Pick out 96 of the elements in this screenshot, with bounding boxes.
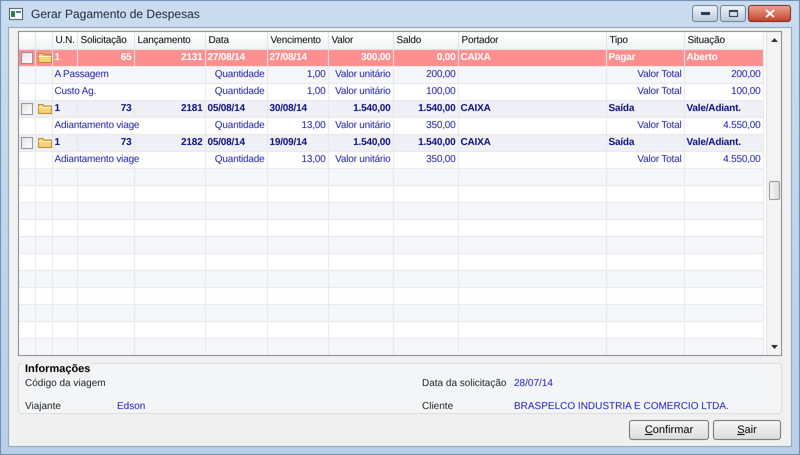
field-value: Edson xyxy=(117,400,146,414)
table-cell: Quantidade xyxy=(205,83,267,100)
scrollbar[interactable] xyxy=(766,32,781,355)
table-cell: Quantidade xyxy=(205,117,267,134)
column-header[interactable]: Lançamento xyxy=(134,32,205,49)
scroll-up-icon[interactable] xyxy=(770,38,778,42)
table-cell: Adiantamento viage xyxy=(52,151,205,168)
close-icon xyxy=(764,8,774,18)
field-label: Viajante xyxy=(25,400,62,414)
column-header[interactable]: Data xyxy=(205,32,267,49)
table-cell: 13,00 xyxy=(267,117,328,134)
table-cell: 1,00 xyxy=(267,83,328,100)
table-cell: Valor unitário xyxy=(328,66,393,83)
column-header[interactable]: Saldo xyxy=(393,32,458,49)
table-cell: 2182 xyxy=(134,134,205,151)
checkbox[interactable] xyxy=(21,136,33,148)
field-label: Cliente xyxy=(422,400,454,414)
table-cell: A Passagem xyxy=(52,66,205,83)
table-cell: Vale/Adiant. xyxy=(684,134,763,151)
checkbox[interactable] xyxy=(21,102,33,114)
table-cell: Valor unitário xyxy=(328,117,393,134)
column-header[interactable]: Situação xyxy=(684,32,763,49)
app-icon xyxy=(9,8,23,20)
column-header[interactable]: Portador xyxy=(458,32,606,49)
table-cell: 13,00 xyxy=(267,151,328,168)
table-cell: 100,00 xyxy=(393,83,458,100)
table-cell: CAIXA xyxy=(458,134,606,151)
table-cell: Aberto xyxy=(684,49,763,66)
folder-icon[interactable] xyxy=(38,137,51,148)
maximize-icon xyxy=(728,10,738,16)
scrollbar-thumb[interactable] xyxy=(768,181,780,200)
table-cell: Valor Total xyxy=(606,117,684,134)
column-header[interactable]: U.N. xyxy=(52,32,77,49)
table-cell: 27/08/14 xyxy=(205,49,267,66)
table-cell: 05/08/14 xyxy=(205,100,267,117)
table-cell: 200,00 xyxy=(393,66,458,83)
folder-icon[interactable] xyxy=(38,103,51,114)
table-cell: CAIXA xyxy=(458,100,606,117)
folder-icon[interactable] xyxy=(38,52,51,63)
table-cell: CAIXA xyxy=(458,49,606,66)
column-header[interactable]: Tipo xyxy=(606,32,684,49)
close-button[interactable] xyxy=(748,4,791,22)
column-header[interactable]: Vencimento xyxy=(267,32,328,49)
action-button[interactable]: Sair xyxy=(713,420,781,440)
table-cell: 4.550,00 xyxy=(684,151,763,168)
table-cell: Vale/Adiant. xyxy=(684,100,763,117)
table-cell: 100,00 xyxy=(684,83,763,100)
table-cell: 27/08/14 xyxy=(267,49,328,66)
table-cell: Quantidade xyxy=(205,151,267,168)
table-cell: 2181 xyxy=(134,100,205,117)
table-cell: Custo Ag. xyxy=(52,83,205,100)
field-label: Data da solicitação xyxy=(422,377,508,391)
table-cell: Valor Total xyxy=(606,151,684,168)
table-cell: 1,00 xyxy=(267,66,328,83)
table-cell: 1.540,00 xyxy=(393,100,458,117)
table-cell: 300,00 xyxy=(328,49,393,66)
table-cell: 05/08/14 xyxy=(205,134,267,151)
table-cell: 1.540,00 xyxy=(328,100,393,117)
table-cell: 73 xyxy=(77,100,134,117)
table-cell: 30/08/14 xyxy=(267,100,328,117)
table-cell: 1 xyxy=(52,134,77,151)
table-cell: 0,00 xyxy=(393,49,458,66)
field-label: Código da viagem xyxy=(25,377,107,391)
table-cell: 4.550,00 xyxy=(684,117,763,134)
table-cell: 350,00 xyxy=(393,151,458,168)
table-cell: 1 xyxy=(52,100,77,117)
column-header[interactable]: Solicitação xyxy=(77,32,134,49)
maximize-button[interactable] xyxy=(720,4,746,22)
table-cell: Quantidade xyxy=(205,66,267,83)
table-cell: Saída xyxy=(606,134,684,151)
minimize-button[interactable] xyxy=(692,4,718,22)
column-header[interactable]: Valor xyxy=(328,32,393,49)
table-cell: Valor unitário xyxy=(328,151,393,168)
field-value: 28/07/14 xyxy=(514,377,554,391)
table-cell: 1.540,00 xyxy=(328,134,393,151)
section-title: Informações xyxy=(23,361,92,378)
table-cell: 19/09/14 xyxy=(267,134,328,151)
minimize-icon xyxy=(700,12,710,14)
table-cell: 65 xyxy=(77,49,134,66)
action-button[interactable]: Confirmar xyxy=(629,420,709,440)
table-cell: 200,00 xyxy=(684,66,763,83)
table-cell: 1 xyxy=(52,49,77,66)
table-cell: Adiantamento viage xyxy=(52,117,205,134)
table-cell: 73 xyxy=(77,134,134,151)
checkbox[interactable] xyxy=(21,52,33,64)
table-cell: Valor Total xyxy=(606,83,684,100)
table-cell: Saída xyxy=(606,100,684,117)
field-value: BRASPELCO INDUSTRIA E COMERCIO LTDA. xyxy=(514,400,730,414)
table-cell: Pagar xyxy=(606,49,684,66)
table-cell: Valor Total xyxy=(606,66,684,83)
window-title: Gerar Pagamento de Despesas xyxy=(31,6,200,23)
table-cell: 350,00 xyxy=(393,117,458,134)
table-cell: 2131 xyxy=(134,49,205,66)
table-cell: Valor unitário xyxy=(328,83,393,100)
table-cell: 1.540,00 xyxy=(393,134,458,151)
scroll-down-icon[interactable] xyxy=(770,345,778,349)
